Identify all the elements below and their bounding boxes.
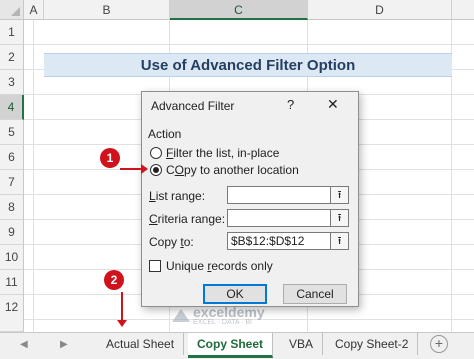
row-header-8[interactable]: 8: [0, 195, 24, 220]
select-all-corner[interactable]: [0, 0, 24, 20]
dialog-title: Advanced Filter: [151, 99, 235, 113]
unique-records-option[interactable]: Unique records only: [149, 259, 273, 273]
tab-vba[interactable]: VBA: [280, 333, 324, 355]
arrow-right-icon: [120, 164, 148, 174]
criteria-range-label: Criteria range:: [149, 212, 226, 226]
copy-to-location-option[interactable]: COpy to another location: [150, 162, 299, 178]
help-button[interactable]: ?: [287, 97, 294, 112]
list-range-input[interactable]: [227, 186, 331, 204]
watermark-name: exceldemy: [193, 304, 265, 320]
row-header-2[interactable]: 2: [0, 45, 24, 70]
arrow-down-icon: [117, 292, 127, 327]
tab-scroll-left-icon[interactable]: ◀: [20, 339, 28, 350]
filter-in-place-option[interactable]: Filter the list, in-place: [150, 145, 279, 161]
row-header-12[interactable]: 12: [0, 295, 24, 332]
ok-button[interactable]: OK: [203, 284, 267, 304]
exceldemy-watermark: exceldemy EXCEL · DATA · BI: [172, 305, 265, 327]
advanced-filter-dialog: Advanced Filter ? ✕ Action Filter the li…: [141, 91, 359, 307]
row-header-3[interactable]: 3: [0, 70, 24, 95]
filter-in-place-label: Filter the list, in-place: [166, 146, 280, 160]
row-header-11[interactable]: 11: [0, 270, 24, 295]
list-range-label: List range:: [149, 189, 206, 203]
unique-records-checkbox[interactable]: [149, 260, 161, 272]
tab-scroll-right-icon[interactable]: ▶: [60, 339, 68, 350]
exceldemy-logo-icon: [172, 309, 190, 323]
criteria-range-input[interactable]: [227, 209, 331, 227]
copy-to-label: Copy to:: [149, 235, 194, 249]
cancel-button[interactable]: Cancel: [283, 284, 347, 304]
row-header-10[interactable]: 10: [0, 245, 24, 270]
list-range-collapse-icon[interactable]: ⭱: [331, 186, 349, 204]
column-header-b[interactable]: B: [44, 0, 170, 20]
column-header-a[interactable]: A: [24, 0, 44, 20]
row-header-5[interactable]: 5: [0, 120, 24, 145]
row-header-4[interactable]: 4: [0, 95, 24, 120]
watermark-tagline: EXCEL · DATA · BI: [193, 319, 252, 326]
tab-actual-sheet[interactable]: Actual Sheet: [97, 333, 185, 355]
sheet-tab-bar: ◀ ▶ Actual Sheet Copy Sheet VBA Copy She…: [0, 332, 474, 359]
action-group-label: Action: [148, 127, 182, 141]
row-header-9[interactable]: 9: [0, 220, 24, 245]
copy-to-collapse-icon[interactable]: ⭱: [331, 232, 349, 250]
column-header-e[interactable]: [452, 0, 474, 20]
tab-copy-sheet[interactable]: Copy Sheet: [188, 333, 274, 358]
tab-copy-sheet-2[interactable]: Copy Sheet-2: [326, 333, 419, 355]
copy-to-input[interactable]: [227, 232, 331, 250]
row-header-6[interactable]: 6: [0, 145, 24, 170]
close-icon[interactable]: ✕: [327, 96, 339, 113]
criteria-range-collapse-icon[interactable]: ⭱: [331, 209, 349, 227]
step-badge-2: 2: [104, 270, 124, 290]
column-header-c[interactable]: C: [170, 0, 308, 20]
copy-to-location-label: COpy to another location: [166, 163, 299, 177]
step-badge-1: 1: [100, 148, 120, 168]
copy-to-location-radio[interactable]: [150, 164, 162, 176]
row-header-7[interactable]: 7: [0, 170, 24, 195]
column-header-d[interactable]: D: [308, 0, 452, 20]
unique-records-label: Unique records only: [166, 259, 273, 273]
add-sheet-icon[interactable]: +: [430, 335, 448, 353]
row-header-1[interactable]: 1: [0, 20, 24, 45]
filter-in-place-radio[interactable]: [150, 147, 162, 159]
sheet-title-cell[interactable]: Use of Advanced Filter Option: [44, 53, 452, 77]
